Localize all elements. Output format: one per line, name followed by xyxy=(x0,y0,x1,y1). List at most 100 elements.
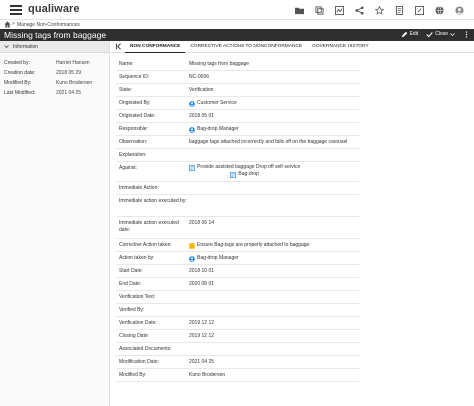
info-label: Creation date: xyxy=(4,70,36,76)
breadcrumb: > Manage Non-Conformances xyxy=(0,20,474,29)
top-bar: qualiware xyxy=(0,0,474,20)
globe-icon[interactable] xyxy=(432,3,446,17)
field-label: Verification Text: xyxy=(119,294,156,300)
collapse-left-icon xyxy=(115,43,121,50)
information-header-label: Information xyxy=(13,43,39,50)
against-item[interactable]: Provide assisted baggage Drop off self-s… xyxy=(189,164,300,171)
field-label: Observation: xyxy=(119,139,148,145)
field-row-end-date: End Date: 2020 08 01 xyxy=(116,278,359,291)
field-value-text: Customer Service xyxy=(197,100,237,106)
info-value: Harriet Hansen xyxy=(56,60,90,66)
field-value: baggage tags attached incorrectly and fa… xyxy=(189,139,348,145)
field-row-immediate-action: Immediate Action: xyxy=(116,182,359,195)
info-label: Last Modified: xyxy=(4,90,36,96)
info-value: Kuno Brodersen xyxy=(56,80,93,86)
copy-icon[interactable] xyxy=(312,3,326,17)
info-row: Creation date: 2018 05 29 xyxy=(0,68,109,78)
field-row-verification-text: Verification Text: xyxy=(116,291,359,304)
more-options-button[interactable] xyxy=(463,30,470,38)
field-value[interactable]: Customer Service xyxy=(189,100,237,107)
person-icon xyxy=(189,100,195,107)
against-item-text: Provide assisted baggage Drop off self-s… xyxy=(197,164,301,170)
field-label: Modification Date: xyxy=(119,359,160,365)
title-bar: Missing tags from baggage Edit Close xyxy=(0,29,474,41)
field-value[interactable]: Ensure Bag-tags are properly attached to… xyxy=(189,242,309,249)
field-row-sequence-id: Sequence ID: NC-0006 xyxy=(116,71,359,84)
info-row: Modified By: Kuno Brodersen xyxy=(0,78,109,88)
close-button[interactable]: Close xyxy=(426,31,455,38)
tab-non-conformance[interactable]: NON CONFORMANCE xyxy=(125,41,186,53)
field-row-closing-date: Closing Date: 2019 12 12 xyxy=(116,330,359,343)
tab-bar: NON CONFORMANCE CORRECTIVE ACTIONS TO NO… xyxy=(111,41,474,53)
field-value-text: Ensure Bag-tags are properly attached to… xyxy=(197,242,310,248)
field-value: Missing tags from baggage xyxy=(189,61,250,67)
field-label: Originated By: xyxy=(119,100,151,106)
information-panel: Information Created by: Harriet Hansen Cr… xyxy=(0,41,110,406)
hamburger-menu-icon[interactable] xyxy=(10,5,22,15)
tab-corrective-actions[interactable]: CORRECTIVE ACTIONS TO NONCONFORMANCE xyxy=(185,41,307,53)
field-row-associated-documents: Associated Documents: xyxy=(116,343,359,356)
star-icon[interactable] xyxy=(372,3,386,17)
against-item-text: Bag-drop xyxy=(238,171,259,177)
field-row-action-taken-by: Action taken by: Bag-drop Manager xyxy=(116,252,359,265)
edit-button[interactable]: Edit xyxy=(401,31,419,38)
document-icon[interactable] xyxy=(392,3,406,17)
field-value[interactable]: Bag-drop Manager xyxy=(189,126,239,133)
title-actions: Edit Close xyxy=(393,30,470,38)
field-label: Originated Date: xyxy=(119,113,156,119)
field-value[interactable]: Bag-drop Manager xyxy=(189,255,239,262)
field-row-verification-date: Verification Date: 2019 12 12 xyxy=(116,317,359,330)
field-label: End Date: xyxy=(119,281,142,287)
top-toolbar xyxy=(286,3,466,17)
field-row-originated-by: Originated By: Customer Service xyxy=(116,97,359,110)
field-row-originated-date: Originated Date: 2018 05 01 xyxy=(116,110,359,123)
info-row: Last Modified: 2021 04 25 xyxy=(0,88,109,98)
information-panel-header[interactable]: Information xyxy=(0,41,109,53)
field-label: Immediate action executed date: xyxy=(119,220,179,233)
field-label: Immediate action executed by: xyxy=(119,198,187,204)
field-value: 2018 05 01 xyxy=(189,113,215,119)
tab-governance-history[interactable]: GOVERNANCE HISTORY xyxy=(307,41,374,53)
info-label: Created by: xyxy=(4,60,30,66)
non-conformance-form: Name: Missing tags from baggage Sequence … xyxy=(116,58,466,382)
field-row-responsible: Responsible: Bag-drop Manager xyxy=(116,123,359,136)
edit-icon[interactable] xyxy=(412,3,426,17)
against-item[interactable]: Bag-drop xyxy=(230,171,259,178)
field-value: 2018 10 01 xyxy=(189,268,215,274)
field-row-against: Against: Provide assisted baggage Drop o… xyxy=(116,162,359,182)
information-rows: Created by: Harriet Hansen Creation date:… xyxy=(0,53,109,98)
info-row: Created by: Harriet Hansen xyxy=(0,58,109,68)
field-row-name: Name: Missing tags from baggage xyxy=(116,58,359,71)
breadcrumb-item[interactable]: Manage Non-Conformances xyxy=(17,22,80,28)
page-title: Missing tags from baggage xyxy=(4,30,107,40)
field-value-text: Bag-drop Manager xyxy=(197,126,239,132)
close-button-label: Close xyxy=(435,31,448,37)
field-row-explanation: Explanation: xyxy=(116,149,359,162)
process-icon xyxy=(230,171,237,178)
more-vertical-icon xyxy=(465,30,468,38)
info-value: 2018 05 29 xyxy=(56,70,82,76)
edit-button-label: Edit xyxy=(409,31,419,37)
field-value: 2020 08 01 xyxy=(189,281,215,287)
chart-icon[interactable] xyxy=(332,3,346,17)
field-label: Responsible: xyxy=(119,126,148,132)
field-label: Start Date: xyxy=(119,268,143,274)
field-label: Verified By: xyxy=(119,307,145,313)
home-icon[interactable] xyxy=(4,21,11,28)
field-label: Verification Date: xyxy=(119,320,157,326)
field-value-list: Provide assisted baggage Drop off self-s… xyxy=(189,164,300,178)
app-logo[interactable]: qualiware xyxy=(28,3,80,15)
field-value-text: Bag-drop Manager xyxy=(197,255,239,261)
field-label: Sequence ID: xyxy=(119,74,150,80)
collapse-panel-button[interactable] xyxy=(111,41,125,53)
share-icon[interactable] xyxy=(352,3,366,17)
field-value: 2018 06 14 xyxy=(189,220,215,226)
field-label: Modified By: xyxy=(119,372,147,378)
action-icon xyxy=(189,242,195,249)
field-value: 2019 12 12 xyxy=(189,333,215,339)
user-avatar-icon[interactable] xyxy=(452,3,466,17)
info-label: Modified By: xyxy=(4,80,32,86)
field-value: 2019 12 12 xyxy=(189,320,215,326)
info-value: 2021 04 25 xyxy=(56,90,82,96)
folder-icon[interactable] xyxy=(292,3,306,17)
